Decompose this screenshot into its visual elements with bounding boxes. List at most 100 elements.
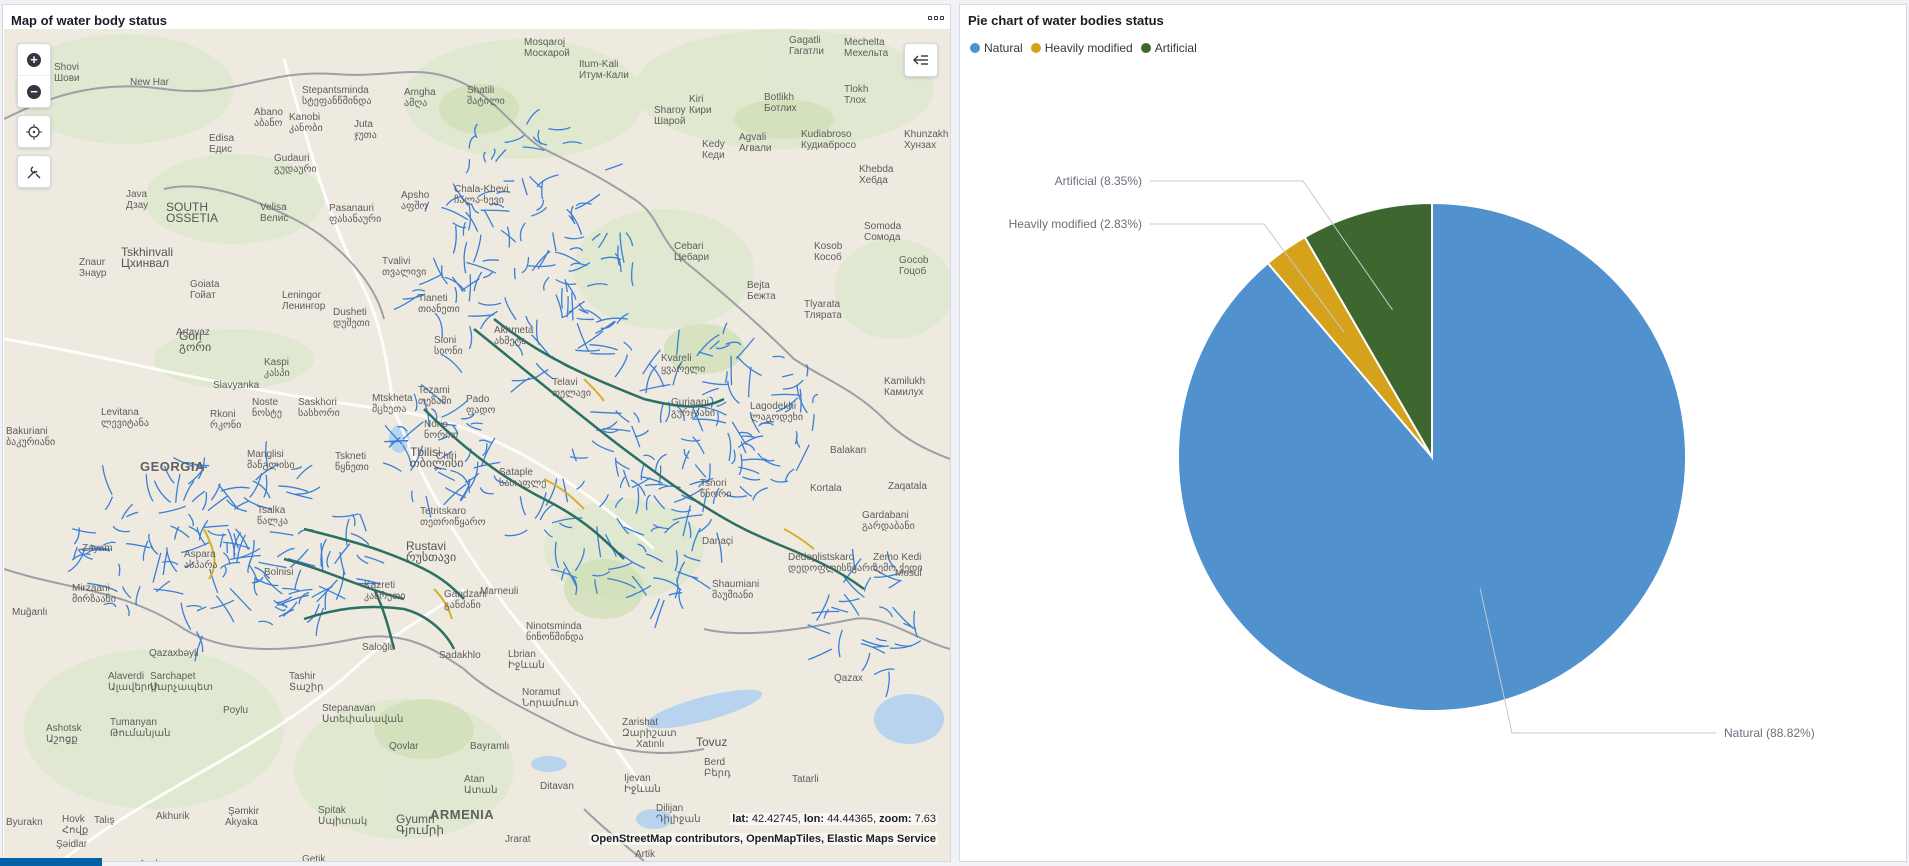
map-place-label: Kaspi კასპი — [264, 357, 290, 379]
collapse-left-icon — [913, 55, 928, 65]
map-place-label: Kazreti კაზრეთი — [364, 580, 405, 602]
zoom-label: zoom: — [879, 813, 912, 825]
zoom-controls: + − — [17, 43, 51, 108]
map-place-label: Mechelta Мехельта — [844, 37, 888, 59]
place-name: Alaverdi — [108, 671, 145, 682]
map-place-label: Velisa Велис — [260, 202, 288, 224]
place-name: Apsho — [401, 190, 430, 201]
place-name-local: Кособ — [814, 252, 842, 263]
place-name-local: Кири — [689, 105, 712, 116]
place-name: Shovi — [54, 62, 80, 73]
map-place-label: Gocob Гоцоб — [899, 255, 928, 277]
map-place-label: Byurakn — [6, 817, 43, 828]
panel-options-icon — [928, 16, 932, 20]
map-place-label: Kedy Кеди — [702, 139, 725, 161]
place-name: Tezami — [418, 385, 450, 396]
map-canvas[interactable]: Shovi Шови New Har Stepantsminda სტეფანწმინდ… — [4, 29, 950, 861]
place-name: Tsalka — [257, 505, 286, 516]
map-attribution[interactable]: OpenStreetMap contributors, OpenMapTiles… — [588, 833, 938, 845]
map-place-label: Tsnori წნორი — [700, 478, 731, 500]
place-name: Tlokh — [844, 84, 869, 95]
place-name-local: თვალივი — [382, 267, 427, 278]
map-place-label: Bakuriani ბაკურიანი — [6, 426, 55, 448]
place-name-local: Իջևան — [624, 784, 661, 795]
place-name: Edisa — [209, 133, 235, 144]
place-name-local: Гойат — [190, 290, 216, 301]
map-place-label: Tlyarata Тлярата — [804, 299, 842, 321]
layer-control-button[interactable] — [904, 43, 938, 77]
map-place-label: Khunzakh Хунзах — [904, 129, 948, 151]
place-name: Balakan — [830, 445, 867, 456]
place-name: Byurakn — [6, 817, 43, 828]
place-name: Tetritskaro — [420, 506, 467, 517]
place-name: Bejta — [747, 280, 770, 291]
panel-options-icon-part — [940, 16, 944, 20]
map-place-label: Hovk Հովք — [62, 814, 88, 836]
place-name-local: Тлярата — [804, 310, 842, 321]
place-name-local: მცხეთა — [372, 404, 407, 415]
place-name: Poylu — [223, 705, 249, 716]
place-name: GEORGIA — [140, 459, 205, 474]
map-place-label: Noste ნოსტე — [252, 397, 282, 419]
place-name: Akhurik — [156, 811, 190, 822]
place-name: Berd — [704, 757, 726, 768]
measure-tools-button[interactable] — [18, 156, 50, 187]
map-place-label: Tovuz — [696, 736, 727, 748]
map-place-label: Kortala — [810, 483, 842, 494]
map-place-label: Bayramlı — [470, 741, 509, 752]
map-place-label: Xatınlı — [636, 739, 664, 750]
panel-options-icon-part — [934, 16, 938, 20]
place-name: Sataple — [499, 467, 533, 478]
place-name-local: გურჯაანი — [671, 408, 716, 419]
place-name: Mosqaroj — [524, 37, 566, 48]
map-place-label: Norio ნორიო — [424, 419, 458, 441]
place-name-local: თიანეთი — [418, 304, 460, 315]
zoom-in-button[interactable]: + — [18, 44, 50, 75]
zoom-out-button[interactable]: − — [18, 75, 50, 107]
panel-options-button[interactable] — [926, 11, 946, 25]
place-name-local: Դիլիջան — [656, 814, 701, 825]
map-place-label: Kudiabroso Кудиабросо — [801, 129, 856, 151]
place-name: Qazax — [834, 673, 863, 684]
place-name: Artik — [635, 849, 655, 860]
locate-control — [17, 115, 51, 148]
map-place-label: Chiri — [436, 451, 457, 462]
map-place-label: Mosul — [895, 568, 922, 579]
place-name-local: ფადო — [466, 405, 496, 416]
place-name-local: გუდაური — [274, 164, 317, 175]
place-name: Tianeti — [418, 293, 448, 304]
place-name: Agvali — [739, 132, 767, 143]
place-name: Spitak — [318, 805, 346, 816]
place-name: Itum-Kali — [579, 59, 619, 70]
place-name-local: Հովք — [62, 825, 89, 836]
map-panel-title: Map of water body status — [11, 13, 168, 28]
place-name: Xatınlı — [636, 739, 665, 750]
place-name-local: რკონი — [210, 420, 242, 431]
place-name-local: თელავი — [552, 388, 592, 399]
map-place-label: Tianeti თიანეთი — [418, 293, 460, 315]
crosshair-icon — [26, 123, 42, 140]
place-name: Şəidlar — [56, 839, 88, 850]
map-place-label: Qazax — [834, 673, 863, 684]
map-place-label: Gudauri გუდაური — [274, 153, 317, 175]
place-name: Telavi — [552, 377, 578, 388]
place-name-local: ბაკურიანი — [6, 437, 56, 448]
map-place-label: Gardabani გარდაბანი — [862, 510, 915, 532]
map-place-label: Apsho აფშო — [401, 190, 429, 212]
place-name-local: აფშო — [401, 201, 428, 212]
map-place-label: Tashir Տաշիր — [289, 671, 323, 693]
place-name-local: Գյումրի — [396, 823, 444, 837]
place-name-local: აბანო — [254, 118, 283, 129]
place-name: Abano — [254, 107, 283, 118]
locate-button[interactable] — [18, 116, 50, 147]
place-name: Marneuli — [480, 586, 519, 597]
place-name-local: Москарой — [524, 48, 570, 59]
map-place-label: Artik — [635, 849, 655, 860]
place-name-local: Мехельта — [844, 48, 889, 59]
place-name: Znaur — [79, 257, 106, 268]
place-name: Leningor — [282, 290, 321, 301]
map-place-label: Zayam — [82, 543, 113, 554]
map-place-label: Shatili შატილი — [467, 85, 505, 107]
place-name: Botlikh — [764, 92, 795, 103]
map-place-label: Akhurik — [156, 811, 189, 822]
